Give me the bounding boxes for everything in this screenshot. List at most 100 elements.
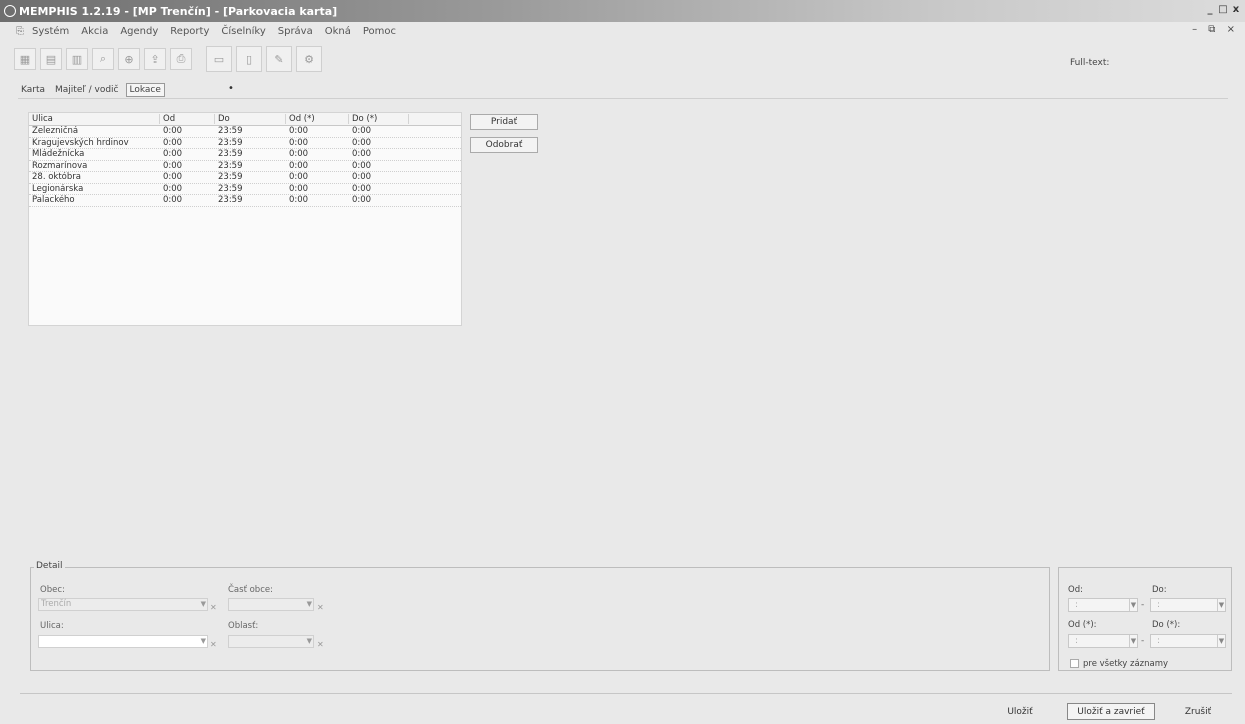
col-do[interactable]: Do: [215, 114, 286, 124]
close-button[interactable]: x: [1231, 4, 1241, 15]
col-od-star[interactable]: Od (*): [286, 114, 349, 124]
tab-majitel[interactable]: Majiteľ / vodič: [52, 84, 121, 96]
chart-icon[interactable]: ▥: [66, 48, 88, 70]
cell-do-star: 0:00: [352, 126, 372, 137]
obec-clear-icon[interactable]: ✕: [210, 603, 217, 612]
mdi-controls[interactable]: – ⧉ ×: [1192, 24, 1239, 35]
menu-okna[interactable]: Okná: [319, 26, 357, 37]
cell-ulica: Rozmarínova: [32, 160, 88, 171]
col-do-star[interactable]: Do (*): [349, 114, 409, 124]
chevron-down-icon[interactable]: ▼: [1217, 635, 1225, 647]
toolbar: ▦ ▤ ▥ ⌕ ⊕ ⇪ ⎙ ▭ ▯ ✎ ⚙: [14, 44, 322, 74]
cell-do: 23:59: [218, 137, 243, 148]
cell-do: 23:59: [218, 160, 243, 171]
cell-do: 23:59: [218, 149, 243, 160]
cell-od-star: 0:00: [289, 195, 309, 206]
od-star-time-input[interactable]: : ▼: [1068, 634, 1138, 648]
do-star-time-input[interactable]: : ▼: [1150, 634, 1226, 648]
cell-ulica: 28. októbra: [32, 172, 81, 183]
cell-do-star: 0:00: [352, 195, 372, 206]
edit-icon[interactable]: ✎: [266, 46, 292, 72]
maximize-button[interactable]: □: [1218, 4, 1228, 15]
cell-do: 23:59: [218, 183, 243, 194]
menu-akcia[interactable]: Akcia: [75, 26, 114, 37]
cell-od-star: 0:00: [289, 137, 309, 148]
cell-od: 0:00: [163, 126, 183, 137]
table-icon[interactable]: ▤: [40, 48, 62, 70]
print-icon[interactable]: ⎙: [170, 48, 192, 70]
table-row[interactable]: Mládežnícka 0:00 23:59 0:00 0:00: [29, 149, 461, 161]
chevron-down-icon[interactable]: ▼: [1129, 599, 1137, 611]
cell-od-star: 0:00: [289, 160, 309, 171]
save-close-button[interactable]: Uložiť a zavrieť: [1067, 703, 1155, 720]
oblast-clear-icon[interactable]: ✕: [317, 640, 324, 649]
remove-button[interactable]: Odobrať: [470, 137, 538, 153]
obec-combo[interactable]: Trenčín ▼: [38, 598, 208, 611]
tab-overflow-dot: •: [228, 83, 234, 94]
table-row[interactable]: Rozmarínova 0:00 23:59 0:00 0:00: [29, 160, 461, 172]
ulica-combo[interactable]: ▼: [38, 635, 208, 648]
table-row[interactable]: 28. októbra 0:00 23:59 0:00 0:00: [29, 172, 461, 184]
mdi-doc-icon[interactable]: ⎘: [16, 26, 24, 37]
table-row[interactable]: Legionárska 0:00 23:59 0:00 0:00: [29, 183, 461, 195]
cell-od: 0:00: [163, 137, 183, 148]
cell-do-star: 0:00: [352, 137, 372, 148]
time-groupbox: [1058, 567, 1232, 671]
cell-od: 0:00: [163, 149, 183, 160]
cell-od: 0:00: [163, 160, 183, 171]
od-time-input[interactable]: : ▼: [1068, 598, 1138, 612]
ulica-clear-icon[interactable]: ✕: [210, 640, 217, 649]
grid-header: Ulica Od Do Od (*) Do (*): [29, 113, 461, 126]
search-icon[interactable]: ⌕: [92, 48, 114, 70]
menu-ciselniky[interactable]: Číselníky: [215, 26, 271, 37]
chevron-down-icon[interactable]: ▼: [201, 636, 206, 647]
table-row[interactable]: Palackého 0:00 23:59 0:00 0:00: [29, 195, 461, 207]
chevron-down-icon[interactable]: ▼: [1217, 599, 1225, 611]
oblast-label: Oblasť:: [228, 621, 259, 631]
menu-system[interactable]: Systém: [26, 26, 75, 37]
col-ulica[interactable]: Ulica: [29, 114, 160, 124]
cell-od: 0:00: [163, 183, 183, 194]
ulica-label: Ulica:: [40, 621, 64, 631]
save-button[interactable]: Uložiť: [998, 703, 1042, 720]
do-star-time-placeholder: :: [1157, 636, 1160, 646]
locations-grid[interactable]: Ulica Od Do Od (*) Do (*) Železničná 0:00…: [28, 112, 462, 326]
search-plus-icon[interactable]: ⊕: [118, 48, 140, 70]
window-title: MEMPHIS 1.2.19 - [MP Trenčín] - [Parkova…: [19, 4, 338, 18]
menu-reporty[interactable]: Reporty: [164, 26, 215, 37]
add-button[interactable]: Pridať: [470, 114, 538, 130]
cast-obce-combo[interactable]: ▼: [228, 598, 314, 611]
grid-icon[interactable]: ▦: [14, 48, 36, 70]
cell-ulica: Legionárska: [32, 183, 84, 194]
do-time-input[interactable]: : ▼: [1150, 598, 1226, 612]
window-icon[interactable]: ▭: [206, 46, 232, 72]
cast-obce-clear-icon[interactable]: ✕: [317, 603, 324, 612]
export-icon[interactable]: ⇪: [144, 48, 166, 70]
title-bar: MEMPHIS 1.2.19 - [MP Trenčín] - [Parkova…: [0, 0, 1245, 22]
cell-ulica: Palackého: [32, 195, 75, 206]
all-records-checkbox[interactable]: [1070, 659, 1079, 668]
grid-body: Železničná 0:00 23:59 0:00 0:00 Kragujevských…: [29, 126, 461, 207]
menu-agendy[interactable]: Agendy: [114, 26, 164, 37]
minimize-button[interactable]: _: [1205, 4, 1215, 15]
chevron-down-icon[interactable]: ▼: [1129, 635, 1137, 647]
chevron-down-icon[interactable]: ▼: [307, 636, 312, 647]
menu-sprava[interactable]: Správa: [272, 26, 319, 37]
tools-icon[interactable]: ⚙: [296, 46, 322, 72]
chevron-down-icon[interactable]: ▼: [201, 599, 206, 610]
tab-lokace[interactable]: Lokace: [125, 83, 165, 97]
table-row[interactable]: Železničná 0:00 23:59 0:00 0:00: [29, 126, 461, 138]
cell-od: 0:00: [163, 195, 183, 206]
cell-do-star: 0:00: [352, 172, 372, 183]
tab-karta[interactable]: Karta: [18, 84, 48, 96]
od-star-time-placeholder: :: [1075, 636, 1078, 646]
col-od[interactable]: Od: [160, 114, 215, 124]
document-icon[interactable]: ▯: [236, 46, 262, 72]
fulltext-label: Full-text:: [1070, 58, 1110, 68]
chevron-down-icon[interactable]: ▼: [307, 599, 312, 610]
cell-od-star: 0:00: [289, 149, 309, 160]
menu-pomoc[interactable]: Pomoc: [357, 26, 402, 37]
oblast-combo[interactable]: ▼: [228, 635, 314, 648]
cancel-button[interactable]: Zrušiť: [1176, 703, 1220, 720]
table-row[interactable]: Kragujevských hrdinov 0:00 23:59 0:00 0:00: [29, 137, 461, 149]
